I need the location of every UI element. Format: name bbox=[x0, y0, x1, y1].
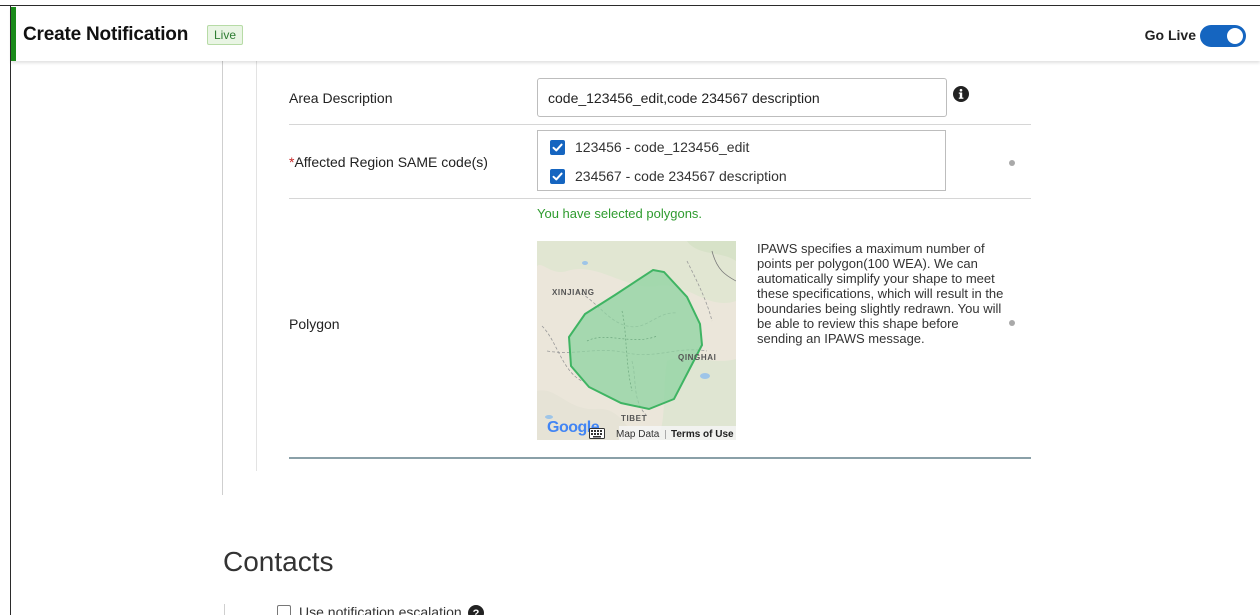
polygon-selected-message: You have selected polygons. bbox=[537, 206, 703, 221]
page-title: Create Notification bbox=[23, 24, 189, 45]
polygon-description: IPAWS specifies a maximum number of poin… bbox=[757, 241, 1004, 346]
map-label-qinghai: QINGHAI bbox=[678, 353, 716, 362]
escalation-checkbox[interactable] bbox=[277, 605, 291, 615]
section-divider bbox=[289, 457, 1031, 459]
contacts-section-title: Contacts bbox=[223, 546, 334, 577]
affected-region-label: *Affected Region SAME code(s) bbox=[289, 154, 488, 170]
area-description-input[interactable]: code_123456_edit,code 234567 description bbox=[537, 78, 947, 117]
polygon-map[interactable]: XINJIANG QINGHAI TIBET Google Map Data T… bbox=[537, 241, 736, 440]
map-label-xinjiang: XINJIANG bbox=[552, 288, 595, 297]
status-dot bbox=[1009, 320, 1015, 326]
affected-region-label-text: Affected Region SAME code(s) bbox=[294, 154, 488, 170]
map-label-tibet: TIBET bbox=[621, 414, 647, 423]
page-header: Create Notification Live Go Live bbox=[11, 7, 1260, 61]
map-canvas: XINJIANG QINGHAI TIBET bbox=[537, 241, 736, 440]
header-accent-bar bbox=[11, 7, 16, 61]
escalation-option[interactable]: Use notification escalation ? bbox=[277, 605, 484, 615]
checkbox-checked[interactable] bbox=[550, 139, 565, 155]
status-badge: Live bbox=[207, 25, 244, 45]
same-code-option[interactable]: 123456 - code_123456_edit bbox=[550, 138, 749, 156]
same-code-option-label: 234567 - code 234567 description bbox=[575, 168, 787, 184]
checkbox-checked[interactable] bbox=[550, 168, 565, 184]
toggle-knob bbox=[1227, 28, 1243, 44]
section-guide-line bbox=[222, 61, 223, 495]
status-dot bbox=[1009, 160, 1015, 166]
area-description-label: Area Description bbox=[289, 90, 393, 106]
terms-of-use-link[interactable]: Terms of Use bbox=[671, 429, 734, 440]
same-code-option-label: 123456 - code_123456_edit bbox=[575, 139, 750, 155]
row-divider bbox=[289, 124, 1031, 125]
same-code-checklist: 123456 - code_123456_edit 234567 - code … bbox=[537, 130, 946, 191]
question-circle-icon[interactable]: ? bbox=[467, 605, 484, 615]
same-code-option[interactable]: 234567 - code 234567 description bbox=[550, 167, 787, 185]
go-live-label: Go Live bbox=[1144, 27, 1196, 43]
row-divider bbox=[289, 198, 1031, 199]
window-top-border bbox=[0, 0, 1260, 6]
keyboard-icon[interactable] bbox=[589, 428, 605, 439]
go-live-toggle[interactable] bbox=[1200, 25, 1246, 47]
escalation-option-label: Use notification escalation bbox=[299, 604, 462, 615]
section-guide-line bbox=[224, 604, 225, 615]
subsection-guide-line bbox=[256, 61, 257, 471]
svg-text:?: ? bbox=[472, 608, 479, 615]
map-attribution-separator bbox=[665, 430, 666, 439]
polygon-label: Polygon bbox=[289, 316, 340, 332]
window-left-border bbox=[0, 6, 11, 615]
info-circle-icon[interactable] bbox=[953, 86, 969, 102]
map-data-link[interactable]: Map Data bbox=[616, 429, 659, 440]
